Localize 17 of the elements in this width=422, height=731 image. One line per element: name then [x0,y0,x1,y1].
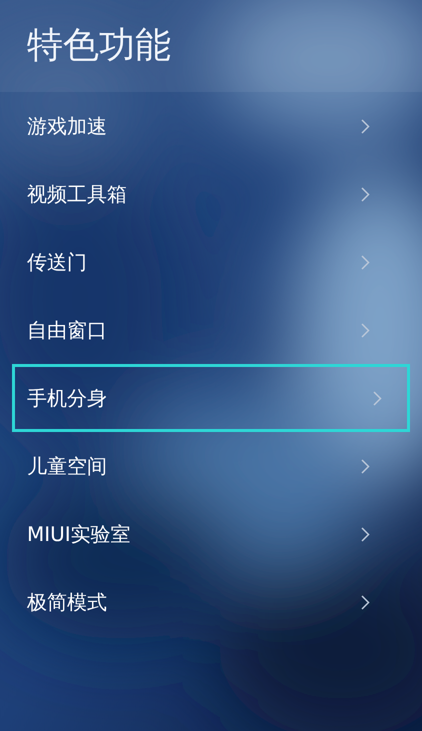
menu-item[interactable]: 极简模式 [0,568,422,636]
menu-item[interactable]: 传送门 [0,228,422,296]
chevron-right-icon [361,186,370,202]
chevron-right-icon [361,526,370,542]
chevron-right-icon [361,594,370,610]
chevron-right-icon [361,118,370,134]
chevron-right-icon [361,458,370,474]
menu-item[interactable]: 儿童空间 [0,432,422,500]
menu-item[interactable]: MIUI实验室 [0,500,422,568]
menu-item[interactable]: 自由窗口 [0,296,422,364]
menu-item[interactable]: 视频工具箱 [0,160,422,228]
chevron-right-icon [361,254,370,270]
chevron-right-icon [361,322,370,338]
page-title: 特色功能 [27,24,171,68]
menu-item[interactable]: 游戏加速 [0,92,422,160]
menu-item[interactable]: 手机分身 [12,364,410,432]
chevron-right-icon [373,390,382,406]
